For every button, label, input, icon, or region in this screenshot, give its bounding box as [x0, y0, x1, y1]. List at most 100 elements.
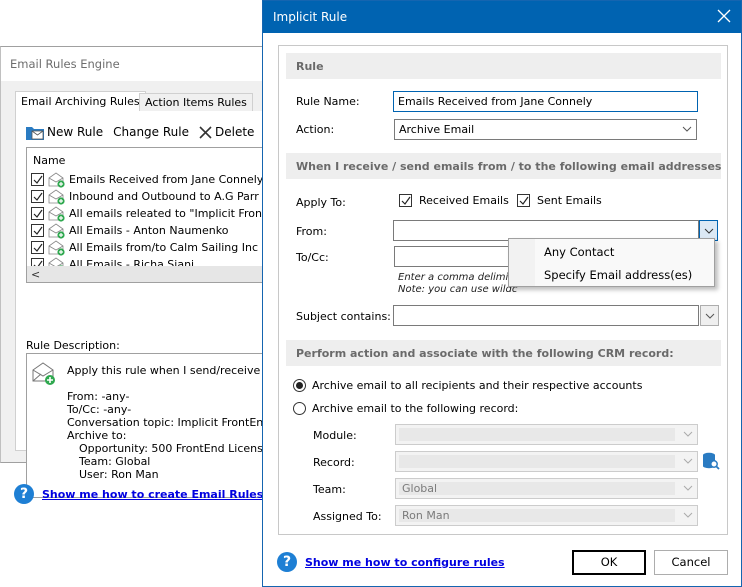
rule-list-item[interactable]: Emails Received from Jane Connely	[31, 171, 263, 188]
rule-name-label: Rule Name:	[296, 95, 360, 108]
to-cc-hint-line2: Note: you can use wildc	[398, 284, 518, 295]
desc-user: User: Ron Man	[79, 468, 159, 481]
assigned-to-value: Ron Man	[399, 509, 675, 522]
desc-topic: Conversation topic: Implicit FrontEnd L	[67, 416, 264, 429]
received-emails-checkbox[interactable]: Received Emails	[399, 194, 509, 207]
to-cc-label: To/Cc:	[296, 251, 329, 264]
apply-to-label: Apply To:	[296, 196, 346, 209]
rule-enabled-checkbox[interactable]	[31, 241, 44, 254]
rules-list[interactable]: Name Emails Received from Jane Connely In…	[26, 147, 264, 283]
envelope-add-icon	[48, 223, 65, 239]
subject-dropdown-button[interactable]	[700, 305, 719, 326]
menu-item-any-contact[interactable]: Any Contact	[544, 245, 614, 259]
rule-list-item[interactable]: Inbound and Outbound to A.G Parr	[31, 188, 259, 205]
action-select[interactable]: Archive Email	[394, 119, 697, 140]
rule-description-box: Apply this rule when I send/receive em F…	[26, 353, 264, 498]
action-select-value: Archive Email	[399, 123, 475, 136]
tab-email-archiving-rules[interactable]: Email Archiving Rules	[15, 91, 146, 112]
section-addresses: When I receive / send emails from / to t…	[286, 153, 721, 179]
envelope-add-icon	[48, 240, 65, 256]
rule-name: All Emails - Anton Naumenko	[69, 224, 229, 237]
desc-opportunity: Opportunity: 500 FrontEnd Licenses	[79, 442, 264, 455]
column-header-name[interactable]: Name	[33, 154, 65, 167]
subject-input[interactable]	[393, 305, 699, 326]
radio-button[interactable]	[293, 379, 306, 392]
rule-name-input[interactable]: Emails Received from Jane Connely	[393, 91, 698, 112]
rule-list-item[interactable]: All Emails from/to Calm Sailing Inc	[31, 239, 258, 256]
database-search-icon[interactable]	[702, 452, 720, 470]
delete-button[interactable]: Delete	[199, 125, 254, 139]
chevron-down-icon	[683, 458, 693, 464]
rule-name: Emails Received from Jane Connely	[69, 173, 264, 186]
rule-name: All emails releated to "Implicit FrontEn…	[69, 207, 264, 220]
envelope-add-icon	[48, 206, 65, 222]
radio-archive-following-record[interactable]: Archive email to the following record:	[293, 402, 518, 415]
new-rule-label: New Rule	[47, 125, 104, 139]
subject-contains-label: Subject contains:	[296, 310, 391, 323]
record-value	[399, 455, 675, 468]
chevron-down-icon	[682, 126, 692, 132]
envelope-add-icon	[48, 172, 65, 188]
tab-action-items-rules[interactable]: Action Items Rules	[139, 93, 253, 111]
chevron-down-icon	[683, 512, 693, 518]
rule-enabled-checkbox[interactable]	[31, 190, 44, 203]
help-question-icon: ?	[277, 552, 297, 572]
chevron-down-icon	[705, 313, 715, 319]
desc-team: Team: Global	[79, 455, 151, 468]
sent-emails-label: Sent Emails	[537, 194, 602, 207]
rule-enabled-checkbox[interactable]	[31, 173, 44, 186]
rule-description-text: Apply this rule when I send/receive em F…	[67, 364, 264, 481]
change-rule-label: Change Rule	[113, 125, 189, 139]
scroll-left-arrow[interactable]: <	[31, 268, 40, 281]
record-label: Record:	[313, 456, 355, 469]
desc-archive-to: Archive to:	[67, 429, 127, 442]
rule-list-item[interactable]: All Emails - Anton Naumenko	[31, 222, 228, 239]
dialog-title: Implicit Rule	[273, 10, 348, 24]
tab-page: New Rule Change Rule Delete Name Emails …	[15, 111, 264, 498]
checkbox[interactable]	[517, 194, 530, 207]
rule-list-item[interactable]: All emails releated to "Implicit FrontEn…	[31, 205, 264, 222]
from-label: From:	[296, 225, 327, 238]
team-select[interactable]: Global	[395, 478, 698, 499]
menu-item-specify-email-addresses[interactable]: Specify Email address(es)	[544, 268, 692, 282]
configure-rules-help-link[interactable]: Show me how to configure rules	[305, 556, 505, 569]
new-rule-button[interactable]: New Rule	[26, 124, 103, 140]
delete-x-icon	[199, 125, 212, 139]
checkbox[interactable]	[399, 194, 412, 207]
record-select[interactable]	[395, 451, 698, 472]
create-email-rules-help-link[interactable]: Show me how to create Email Rules	[42, 488, 263, 501]
dialog-titlebar: Implicit Rule	[263, 1, 741, 33]
rule-name: All Emails from/to Calm Sailing Inc	[69, 241, 259, 254]
module-select[interactable]	[395, 424, 698, 445]
close-icon[interactable]	[715, 7, 733, 25]
new-rule-icon	[26, 127, 44, 140]
desc-intro: Apply this rule when I send/receive em	[67, 364, 264, 377]
action-label: Action:	[296, 123, 335, 136]
titlebar: Email Rules Engine	[1, 47, 262, 81]
chevron-down-icon	[704, 228, 714, 234]
rule-enabled-checkbox[interactable]	[31, 224, 44, 237]
change-rule-button[interactable]: Change Rule	[113, 125, 189, 139]
rule-description-label: Rule Description:	[26, 339, 120, 352]
to-cc-hint-line1: Enter a comma delimit	[398, 272, 513, 283]
chevron-down-icon	[683, 431, 693, 437]
sent-emails-checkbox[interactable]: Sent Emails	[517, 194, 602, 207]
chevron-down-icon	[683, 485, 693, 491]
module-label: Module:	[313, 429, 357, 442]
ok-button[interactable]: OK	[572, 550, 646, 575]
email-rules-engine-window: Email Rules Engine Email Archiving Rules…	[0, 46, 264, 504]
dialog-help-row: ? Show me how to configure rules	[277, 552, 505, 572]
received-emails-label: Received Emails	[419, 194, 509, 207]
assigned-to-select[interactable]: Ron Man	[395, 505, 698, 526]
radio-archive-all-recipients[interactable]: Archive email to all recipients and thei…	[293, 379, 642, 392]
cancel-button[interactable]: Cancel	[654, 550, 728, 575]
radio-button[interactable]	[293, 402, 306, 415]
rule-panel: Rule Rule Name: Emails Received from Jan…	[278, 45, 728, 535]
horizontal-scrollbar[interactable]: <	[27, 266, 264, 282]
radio-archive-record-label: Archive email to the following record:	[312, 402, 519, 415]
section-crm: Perform action and associate with the fo…	[286, 340, 721, 366]
rule-enabled-checkbox[interactable]	[31, 207, 44, 220]
desc-from: From: -any-	[67, 390, 130, 403]
window-title: Email Rules Engine	[10, 57, 120, 71]
module-value	[399, 428, 675, 441]
